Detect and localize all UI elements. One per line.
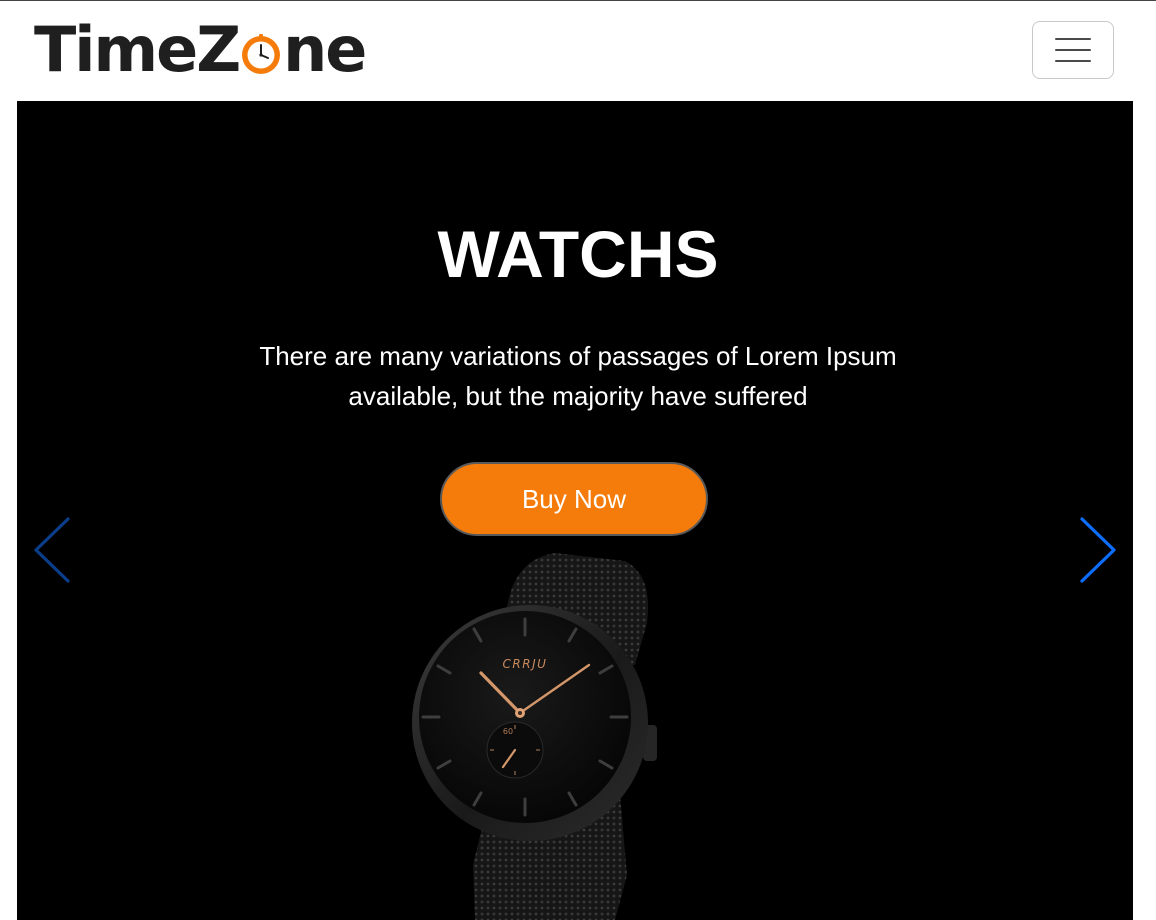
menu-toggle-button[interactable]: [1032, 21, 1114, 79]
hero-description: There are many variations of passages of…: [259, 341, 897, 411]
chevron-right-icon[interactable]: [1076, 515, 1120, 585]
clock-icon: [242, 34, 281, 74]
hamburger-menu-icon: [1055, 38, 1091, 40]
hamburger-menu-icon-bar: [1055, 60, 1091, 62]
brand-text-end: ne: [283, 13, 367, 86]
watch-image: CRRJU 60: [412, 553, 657, 920]
subdial-label: 60: [503, 727, 513, 736]
page: TimeZ ne WATCHS There are many variation…: [0, 0, 1156, 920]
watch-brand-label: CRRJU: [503, 657, 548, 671]
chevron-left-icon[interactable]: [30, 515, 74, 585]
buy-now-button[interactable]: Buy Now: [440, 462, 708, 536]
top-divider: [0, 0, 1156, 1]
brand-text-start: TimeZ: [34, 13, 241, 86]
hero-title: WATCHS: [437, 217, 719, 291]
hamburger-menu-icon-bar: [1055, 49, 1091, 51]
brand-logo[interactable]: TimeZ ne: [34, 13, 367, 86]
